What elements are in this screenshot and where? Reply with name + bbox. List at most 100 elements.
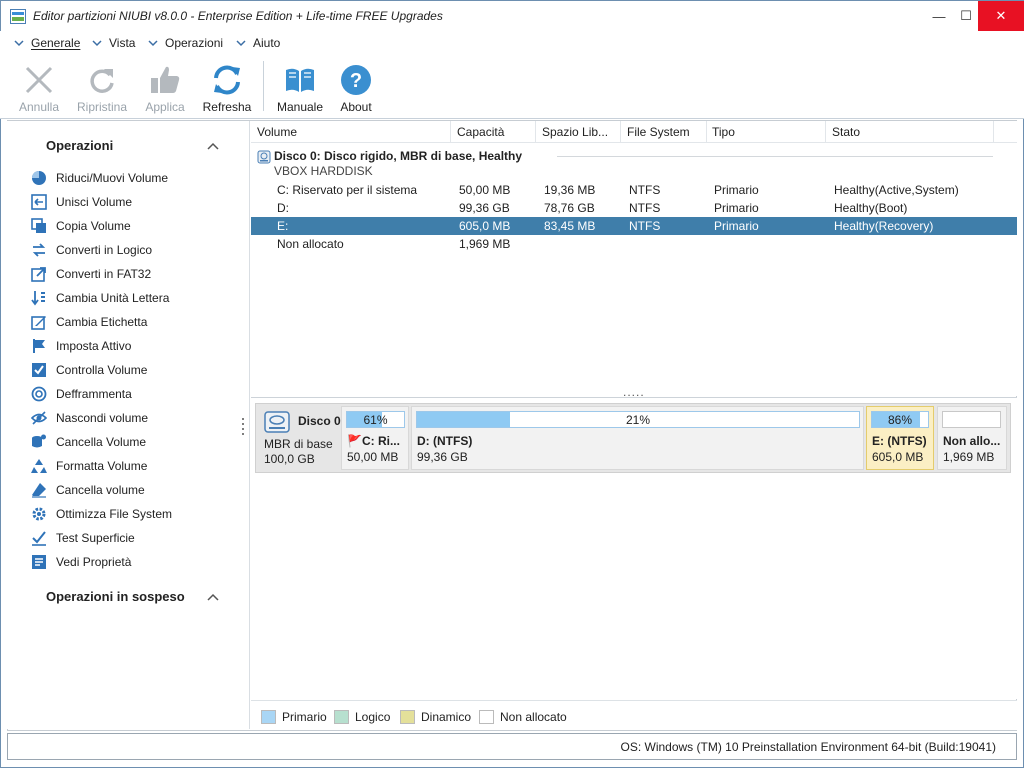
column-volume[interactable]: Volume — [257, 125, 297, 139]
op-label: Controlla Volume — [56, 363, 148, 377]
redo-label: Ripristina — [76, 100, 127, 114]
cell-status: Healthy(Active,System) — [834, 183, 959, 197]
op-label: Formatta Volume — [56, 459, 148, 473]
chevron-down-icon — [92, 38, 102, 48]
disk-map: Disco 0 MBR di base 100,0 GB 61% 🚩C: Ri.… — [255, 403, 1011, 473]
partition-c[interactable]: 61% 🚩C: Ri... 50,00 MB — [341, 406, 409, 470]
disk-name: Disco 0 — [298, 414, 341, 428]
maximize-button[interactable]: ☐ — [951, 1, 981, 31]
undo-button[interactable]: Annulla — [9, 63, 69, 114]
op-convert-logical[interactable]: Converti in Logico — [31, 240, 152, 260]
op-convert-fat32[interactable]: Converti in FAT32 — [31, 264, 151, 284]
table-row[interactable]: D: 99,36 GB 78,76 GB NTFS Primario Healt… — [251, 199, 1017, 217]
menu-aiuto-label: Aiuto — [253, 36, 281, 50]
manual-button[interactable]: Manuale — [270, 63, 330, 114]
about-button[interactable]: ? About — [326, 63, 386, 114]
partition-label: D: (NTFS) — [417, 434, 473, 448]
op-label: Cancella Volume — [56, 435, 147, 449]
op-format-volume[interactable]: Formatta Volume — [31, 456, 147, 476]
menu-vista-label: Vista — [109, 36, 136, 50]
chevron-up-icon[interactable] — [207, 592, 219, 602]
column-file-system[interactable]: File System — [627, 125, 690, 139]
toolbar: Annulla Ripristina Applica Refresha Manu… — [0, 55, 1024, 119]
table-row-selected[interactable]: E: 605,0 MB 83,45 MB NTFS Primario Healt… — [251, 217, 1017, 235]
column-separator[interactable] — [706, 121, 707, 143]
column-separator[interactable] — [450, 121, 451, 143]
minimize-button[interactable]: — — [924, 1, 954, 31]
disk-divider — [557, 156, 993, 157]
op-change-letter[interactable]: Cambia Unità Lettera — [31, 288, 169, 308]
column-separator[interactable] — [535, 121, 536, 143]
partition-label: 🚩C: Ri... — [347, 434, 407, 448]
op-delete-volume[interactable]: Cancella Volume — [31, 432, 146, 452]
partition-e[interactable]: 86% E: (NTFS) 605,0 MB — [866, 406, 934, 470]
legend-swatch — [261, 710, 276, 724]
op-properties[interactable]: Vedi Proprietà — [31, 552, 131, 572]
cell-fs: NTFS — [629, 201, 661, 215]
properties-icon — [32, 555, 46, 569]
usage-percent: 21% — [625, 413, 651, 427]
partition-d[interactable]: 21% D: (NTFS) 99,36 GB — [411, 406, 864, 470]
op-hide-volume[interactable]: Nascondi volume — [31, 408, 148, 428]
pending-title: Operazioni in sospeso — [46, 589, 185, 604]
column-separator[interactable] — [620, 121, 621, 143]
op-label: Vedi Proprietà — [56, 555, 132, 569]
disk-info[interactable]: Disco 0 MBR di base 100,0 GB — [256, 404, 341, 472]
cell-type: Primario — [714, 219, 759, 233]
op-label: Test Superficie — [56, 531, 135, 545]
menu-aiuto[interactable]: Aiuto — [236, 36, 280, 50]
op-set-active[interactable]: Imposta Attivo — [31, 336, 131, 356]
table-row[interactable]: C: Riservato per il sistema 50,00 MB 19,… — [251, 181, 1017, 199]
close-icon — [25, 66, 53, 94]
disk-header-row[interactable]: Disco 0: Disco rigido, MBR di base, Heal… — [251, 146, 1017, 180]
close-button[interactable]: ✕ — [978, 1, 1024, 31]
column-separator[interactable] — [825, 121, 826, 143]
op-wipe-volume[interactable]: Cancella volume — [31, 480, 145, 500]
op-merge[interactable]: Unisci Volume — [31, 192, 132, 212]
book-icon — [286, 68, 314, 92]
op-resize-move[interactable]: Riduci/Muovi Volume — [31, 168, 168, 188]
legend-primary: Primario — [261, 710, 327, 724]
op-check-volume[interactable]: Controlla Volume — [31, 360, 147, 380]
redo-icon — [90, 69, 114, 93]
chevron-down-icon — [14, 38, 24, 48]
chevron-up-icon[interactable] — [207, 141, 219, 151]
menu-operazioni[interactable]: Operazioni — [148, 36, 223, 50]
format-icon — [31, 459, 47, 473]
menu-generale[interactable]: Generale — [14, 36, 80, 50]
refresh-button[interactable]: Refresha — [197, 63, 257, 114]
table-row[interactable]: Non allocato 1,969 MB — [251, 235, 1017, 253]
usage-bar: 21% — [416, 411, 860, 428]
thumbs-up-icon — [151, 66, 180, 93]
op-defrag[interactable]: Defframmenta — [31, 384, 132, 404]
app-icon — [10, 9, 26, 24]
edit-label-icon — [31, 316, 46, 330]
apply-button[interactable]: Applica — [135, 63, 195, 114]
op-copy[interactable]: Copia Volume — [31, 216, 131, 236]
panel-splitter[interactable] — [241, 416, 245, 436]
op-optimize-fs[interactable]: Ottimizza File System — [31, 504, 172, 524]
partition-label: Non allo... — [943, 434, 1001, 448]
cell-type: Primario — [714, 183, 759, 197]
column-type[interactable]: Tipo — [712, 125, 735, 139]
cell-volume: E: — [277, 219, 289, 233]
redo-button[interactable]: Ripristina — [72, 63, 132, 114]
column-free-space[interactable]: Spazio Lib... — [542, 125, 608, 139]
cell-volume: Non allocato — [277, 237, 344, 251]
menu-vista[interactable]: Vista — [92, 36, 135, 50]
cell-free: 83,45 MB — [544, 219, 596, 233]
column-separator[interactable] — [993, 121, 994, 143]
flag-icon — [33, 339, 45, 353]
usage-percent: 86% — [887, 413, 913, 427]
legend: Primario Logico Dinamico Non allocato — [251, 700, 1017, 730]
op-surface-test[interactable]: Test Superficie — [31, 528, 135, 548]
legend-label: Dinamico — [421, 710, 472, 724]
cell-capacity: 605,0 MB — [459, 219, 511, 233]
partition-size: 1,969 MB — [943, 450, 995, 464]
partition-unallocated[interactable]: Non allo... 1,969 MB — [937, 406, 1007, 470]
op-change-label[interactable]: Cambia Etichetta — [31, 312, 147, 332]
column-capacity[interactable]: Capacità — [457, 125, 504, 139]
help-icon: ? — [341, 65, 371, 95]
disk-title: Disco 0: Disco rigido, MBR di base, Heal… — [274, 149, 523, 163]
column-status[interactable]: Stato — [832, 125, 860, 139]
